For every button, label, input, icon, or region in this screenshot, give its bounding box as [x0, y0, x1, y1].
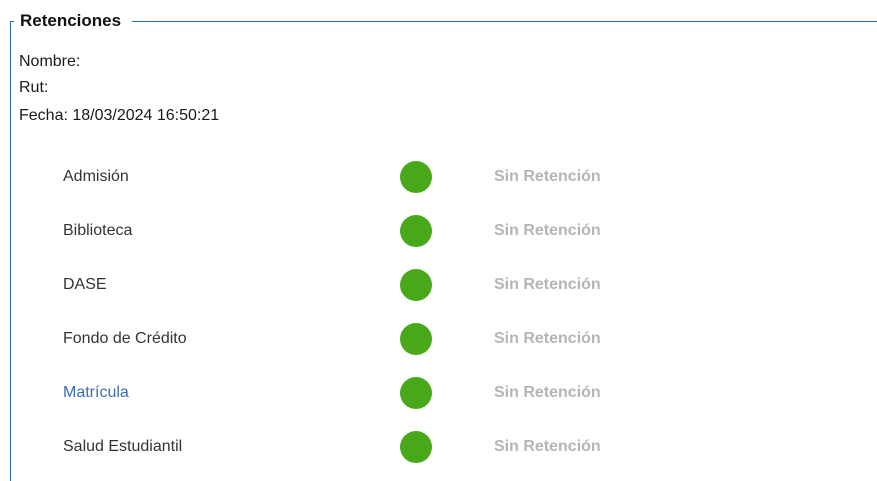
retention-label: Salud Estudiantil	[63, 438, 183, 455]
retention-label: Admisión	[63, 168, 129, 185]
retention-row-matricula: Matrícula Sin Retención	[0, 375, 877, 411]
status-indicator-icon	[400, 161, 432, 193]
fecha-label: Fecha: 18/03/2024 16:50:21	[19, 107, 220, 124]
retention-status: Sin Retención	[494, 168, 601, 185]
retention-row-salud-estudiantil: Salud Estudiantil Sin Retención	[0, 429, 877, 465]
retenciones-fieldset	[10, 21, 877, 481]
retention-row-fondo-de-credito: Fondo de Crédito Sin Retención	[0, 321, 877, 357]
retention-label: Biblioteca	[63, 222, 133, 239]
retention-label: DASE	[63, 276, 107, 293]
status-indicator-icon	[400, 215, 432, 247]
retention-row-dase: DASE Sin Retención	[0, 267, 877, 303]
matricula-link[interactable]: Matrícula	[63, 383, 129, 403]
status-indicator-icon	[400, 377, 432, 409]
retention-status: Sin Retención	[494, 222, 601, 239]
status-indicator-icon	[400, 323, 432, 355]
retention-status: Sin Retención	[494, 384, 601, 401]
status-indicator-icon	[400, 269, 432, 301]
section-legend: Retenciones	[14, 10, 133, 32]
retention-label: Fondo de Crédito	[63, 330, 187, 347]
rut-label: Rut:	[19, 79, 49, 96]
status-indicator-icon	[400, 431, 432, 463]
retention-row-biblioteca: Biblioteca Sin Retención	[0, 213, 877, 249]
retention-status: Sin Retención	[494, 276, 601, 293]
retention-status: Sin Retención	[494, 330, 601, 347]
nombre-label: Nombre:	[19, 53, 81, 70]
retention-status: Sin Retención	[494, 438, 601, 455]
retention-row-admision: Admisión Sin Retención	[0, 159, 877, 195]
